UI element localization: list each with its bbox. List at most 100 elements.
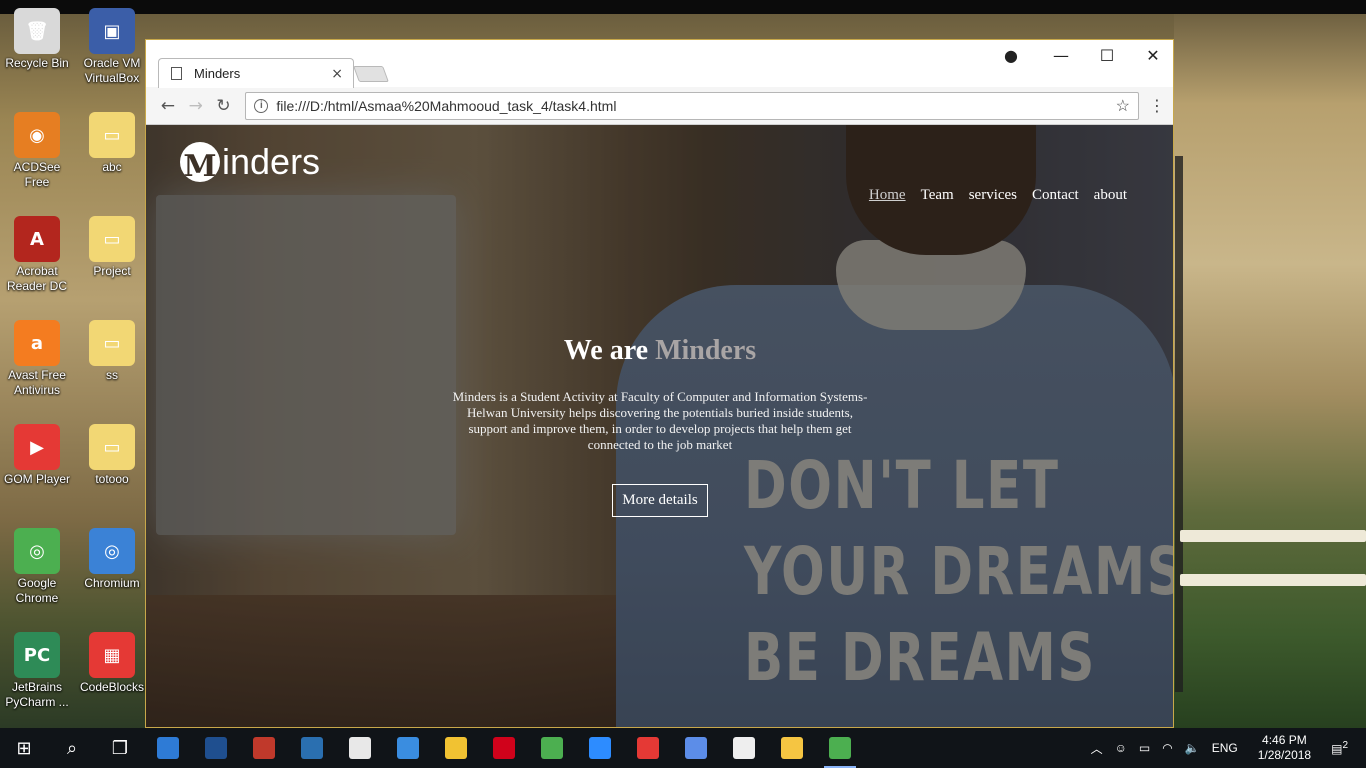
app-icon (781, 737, 803, 759)
logo-icon: M (180, 142, 220, 182)
taskbar-app-4[interactable] (288, 728, 336, 768)
desktop-icon-label: Oracle VM VirtualBox (83, 56, 141, 85)
desktop-icon[interactable]: PC JetBrains PyCharm ... (1, 628, 73, 724)
nav-about[interactable]: about (1094, 187, 1127, 204)
nav-services[interactable]: services (969, 187, 1017, 204)
wifi-icon[interactable]: ◠ (1162, 741, 1172, 755)
app-icon (349, 737, 371, 759)
browser-menu-icon[interactable]: ⋮ (1149, 96, 1165, 115)
nav-team[interactable]: Team (921, 187, 954, 204)
page-icon (171, 67, 182, 80)
notification-icon[interactable]: ▤2 (1331, 740, 1348, 756)
new-tab-button[interactable] (353, 66, 389, 82)
desktop-icon[interactable]: a Avast Free Antivirus (1, 316, 73, 412)
app-icon: ▦ (89, 632, 135, 678)
desktop-icon[interactable]: ▭ ss (76, 316, 148, 412)
desktop-icon-label: abc (102, 160, 122, 174)
nav-contact[interactable]: Contact (1032, 187, 1079, 204)
desktop-icon[interactable]: ▭ abc (76, 108, 148, 204)
app-icon: 🗑 (14, 8, 60, 54)
taskbar-app-7[interactable] (432, 728, 480, 768)
desktop-icon[interactable]: A Acrobat Reader DC (1, 212, 73, 308)
app-icon: PC (14, 632, 60, 678)
close-button[interactable]: ✕ (1130, 40, 1173, 70)
desktop-icon[interactable]: ▭ totooo (76, 420, 148, 516)
hero-section: We are Minders Minders is a Student Acti… (450, 335, 870, 517)
more-details-button[interactable]: More details (612, 484, 708, 517)
app-icon: A (14, 216, 60, 262)
desktop-icon-label: Acrobat Reader DC (6, 264, 68, 293)
clock-date: 1/28/2018 (1257, 748, 1312, 762)
bookmark-star-icon[interactable]: ☆ (1116, 96, 1130, 116)
language-indicator[interactable]: ENG (1212, 741, 1238, 755)
logo-mark: M (183, 149, 217, 182)
app-icon (253, 737, 275, 759)
app-icon: ▭ (89, 112, 135, 158)
taskbar-app-8[interactable] (480, 728, 528, 768)
minimize-button[interactable]: — (1038, 40, 1084, 70)
app-icon (445, 737, 467, 759)
url-text[interactable]: file:///D:/html/Asmaa%20Mahmooud_task_4/… (276, 98, 1115, 114)
hero-title-lead: We are (563, 335, 649, 366)
hero-title: We are Minders (450, 335, 870, 367)
tab-close-icon[interactable]: × (331, 66, 343, 82)
taskbar-app-14[interactable] (768, 728, 816, 768)
app-icon (301, 737, 323, 759)
app-icon: ▭ (89, 216, 135, 262)
battery-icon[interactable]: ▭ (1139, 741, 1150, 755)
hero-title-accent: Minders (655, 335, 757, 366)
desktop-icon[interactable]: ▦ CodeBlocks (76, 628, 148, 724)
desktop-icon[interactable]: ◎ Chromium (76, 524, 148, 620)
desktop-icon-label: GOM Player (3, 472, 70, 486)
app-icon (397, 737, 419, 759)
desktop-icon[interactable]: ▶ GOM Player (1, 420, 73, 516)
desktop-icon-label: CodeBlocks (79, 680, 145, 694)
taskbar-app-6[interactable] (384, 728, 432, 768)
desktop-icon[interactable]: ▣ Oracle VM VirtualBox (76, 4, 148, 100)
desktop-icon-label: ACDSee Free (13, 160, 61, 189)
desktop-icon-label: Recycle Bin (5, 56, 69, 70)
taskbar-app-15[interactable] (816, 728, 864, 768)
account-icon[interactable]: ● (988, 40, 1034, 70)
tab-title: Minders (194, 66, 241, 81)
forward-button[interactable]: → (182, 92, 210, 120)
taskbar-app-12[interactable] (672, 728, 720, 768)
taskbar-app-5[interactable] (336, 728, 384, 768)
back-button[interactable]: ← (154, 92, 182, 120)
taskbar-app-11[interactable] (624, 728, 672, 768)
site-nav: Home Team services Contact about (869, 187, 1127, 204)
taskbar-app-1[interactable] (144, 728, 192, 768)
desktop-icon[interactable]: ◎ Google Chrome (1, 524, 73, 620)
info-icon[interactable]: i (254, 98, 269, 113)
taskbar-app-9[interactable] (528, 728, 576, 768)
site-logo[interactable]: M inders (180, 141, 320, 183)
app-icon: a (14, 320, 60, 366)
tray-app-icon[interactable]: ☺ (1115, 741, 1127, 755)
notification-count: 2 (1342, 740, 1348, 751)
desktop-icon[interactable]: ▭ Project (76, 212, 148, 308)
task-view-icon[interactable]: ❐ (96, 728, 144, 768)
start-button[interactable]: ⊞ (0, 728, 48, 768)
app-icon (157, 737, 179, 759)
desktop-icon[interactable]: 🗑 Recycle Bin (1, 4, 73, 100)
desktop-icon-label: Avast Free Antivirus (8, 368, 66, 397)
volume-icon[interactable]: 🔈 (1185, 741, 1200, 755)
taskbar-app-10[interactable] (576, 728, 624, 768)
taskbar-app-2[interactable] (192, 728, 240, 768)
tab-minders[interactable]: Minders × (158, 58, 354, 88)
desktop-icon-label: Chromium (84, 576, 140, 590)
app-icon (733, 737, 755, 759)
desktop-icon[interactable]: ◉ ACDSee Free (1, 108, 73, 204)
app-icon (541, 737, 563, 759)
system-tray: ︿ ☺ ▭ ◠ 🔈 ENG 4:46 PM 1/28/2018 ▤2 (1085, 728, 1366, 768)
address-bar[interactable]: i file:///D:/html/Asmaa%20Mahmooud_task_… (245, 91, 1139, 120)
clock[interactable]: 4:46 PM 1/28/2018 (1258, 733, 1311, 763)
taskbar-app-3[interactable] (240, 728, 288, 768)
app-icon: ◎ (89, 528, 135, 574)
tray-chevron-icon[interactable]: ︿ (1091, 740, 1103, 757)
maximize-button[interactable]: ☐ (1084, 40, 1130, 70)
nav-home[interactable]: Home (869, 187, 906, 204)
search-icon[interactable]: ⌕ (48, 728, 96, 768)
reload-button[interactable]: ↻ (210, 92, 238, 120)
taskbar-app-13[interactable] (720, 728, 768, 768)
